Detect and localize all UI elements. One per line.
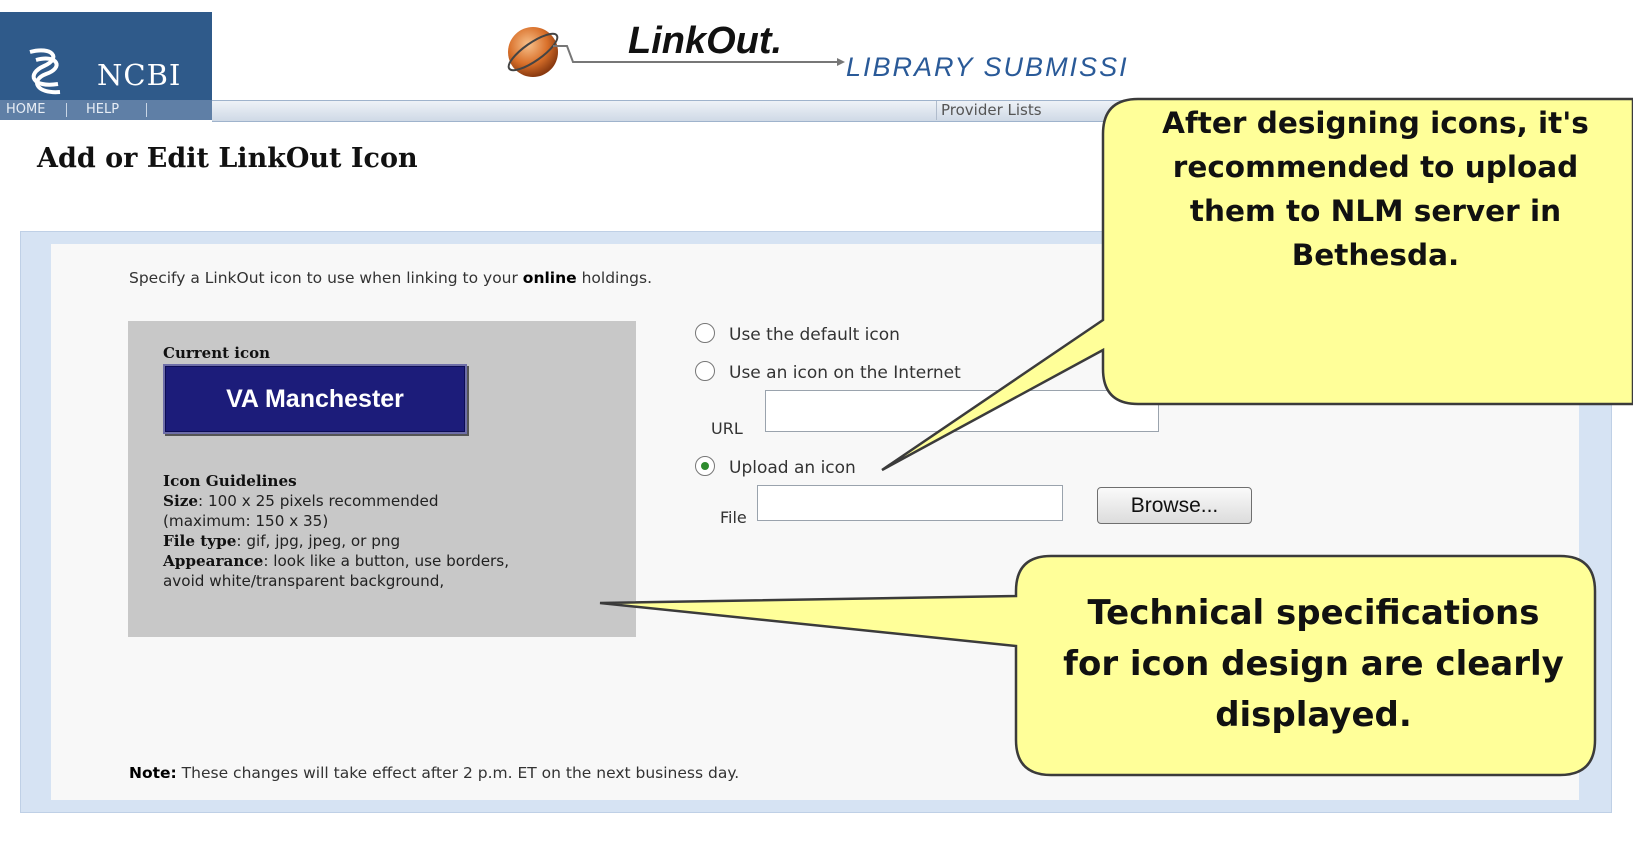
callout-upload-text: After designing icons, it's recommended …	[1162, 106, 1589, 272]
callout-specs-text: Technical specifications for icon design…	[1063, 593, 1564, 735]
